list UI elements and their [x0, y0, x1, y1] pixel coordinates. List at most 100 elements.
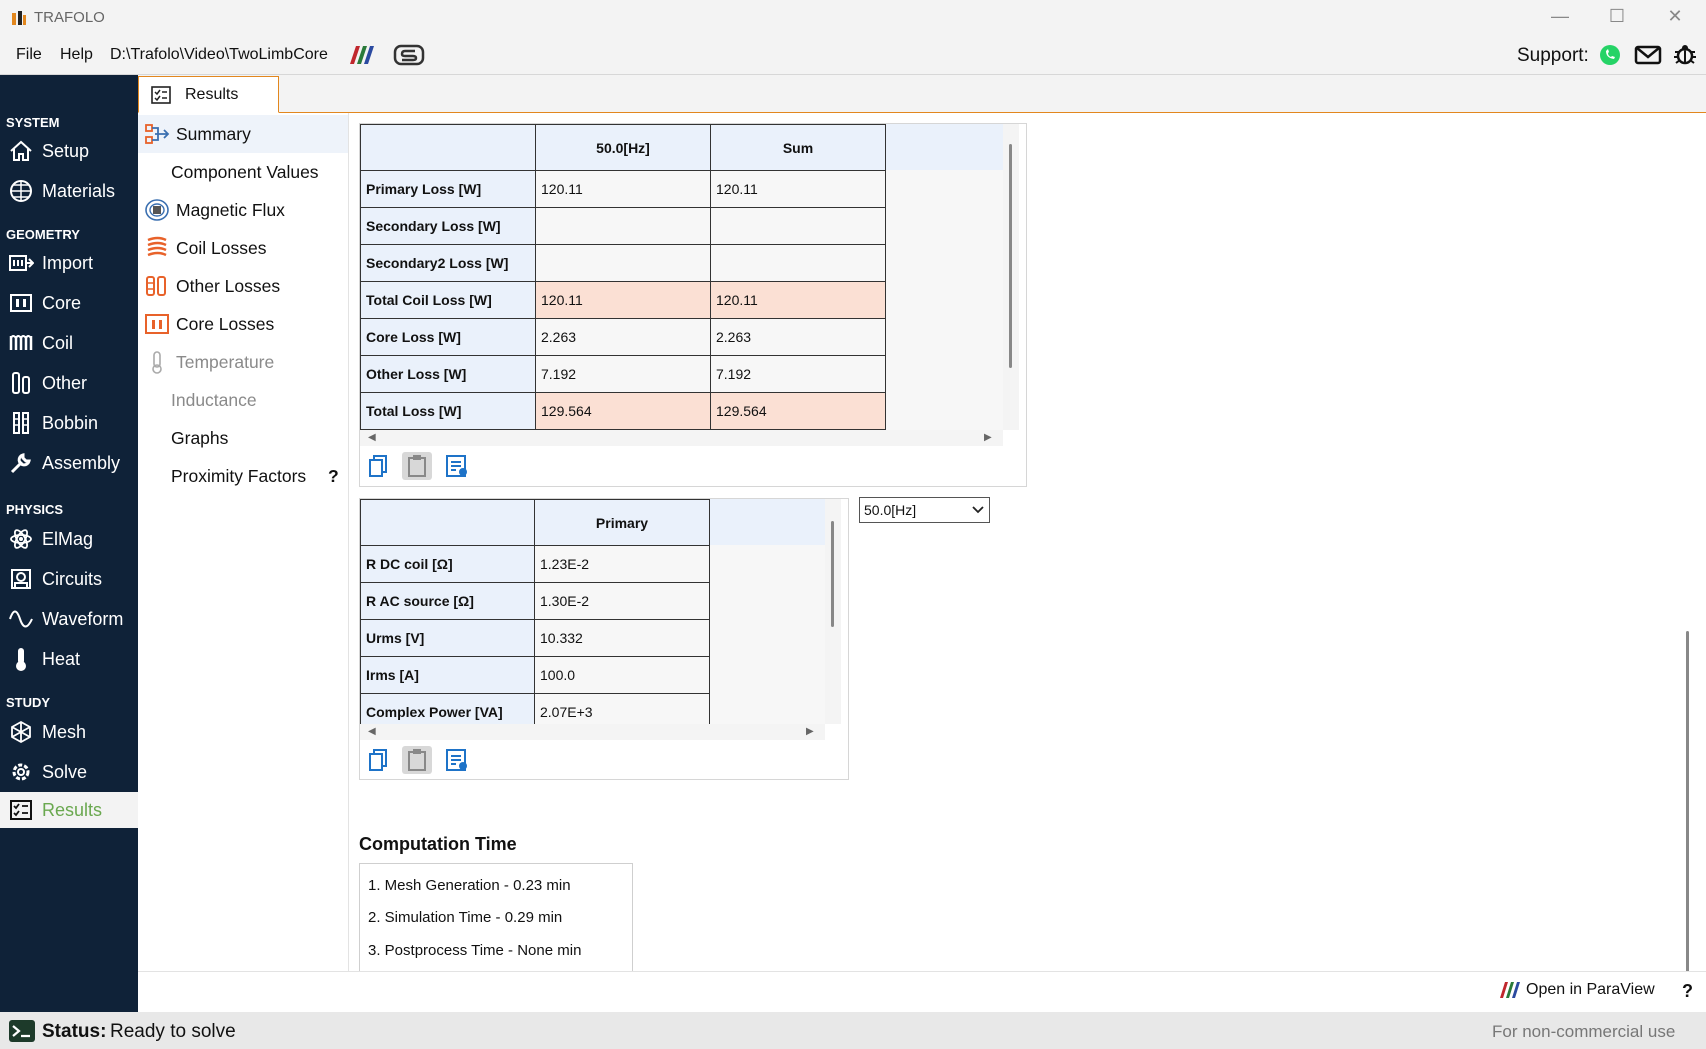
scrollbar-thumb[interactable] — [1686, 631, 1689, 1021]
copy-button[interactable] — [364, 746, 394, 774]
table-cell[interactable] — [535, 207, 711, 245]
close-button[interactable]: ✕ — [1655, 6, 1695, 27]
subnav-summary[interactable]: Summary — [138, 115, 348, 153]
computation-time-title: Computation Time — [359, 834, 517, 854]
table-cell[interactable] — [710, 244, 886, 282]
menu-file[interactable]: File — [16, 46, 42, 64]
table-cell[interactable]: 120.11 — [710, 281, 886, 319]
coil-losses-icon — [144, 236, 170, 260]
scroll-right-icon[interactable]: ▶ — [806, 726, 814, 737]
copy-icon — [369, 749, 387, 771]
table-cell[interactable]: 120.11 — [535, 281, 711, 319]
subnav-coil-losses[interactable]: Coil Losses — [138, 229, 348, 267]
whatsapp-icon[interactable] — [1598, 43, 1622, 67]
sidebar-item-bobbin[interactable]: Bobbin — [0, 405, 138, 441]
vertical-scrollbar[interactable] — [1003, 124, 1019, 430]
horizontal-scrollbar[interactable]: ◀ ▶ — [360, 430, 1003, 446]
sidebar-item-core[interactable]: Core — [0, 285, 138, 321]
table-row: Irms [A] 100.0 — [360, 656, 710, 694]
subnav-magnetic-flux[interactable]: Magnetic Flux — [138, 191, 348, 229]
export-button[interactable] — [442, 746, 472, 774]
sidebar-item-circuits[interactable]: Circuits — [0, 561, 138, 597]
subnav-temperature[interactable]: Temperature — [138, 343, 348, 381]
table-cell[interactable]: 10.332 — [534, 619, 710, 657]
results-subnav: Summary Component Values Magnetic Flux C… — [138, 113, 349, 971]
open-paraview-button[interactable]: Open in ParaView — [1498, 981, 1655, 999]
subnav-component-values[interactable]: Component Values — [138, 153, 348, 191]
sidebar-item-label: Solve — [42, 761, 88, 782]
atom-icon — [8, 527, 34, 551]
sidebar-item-solve[interactable]: Solve — [0, 754, 138, 790]
sine-wave-icon — [8, 607, 34, 631]
paraview-logo-icon[interactable] — [346, 44, 378, 66]
help-icon[interactable]: ? — [328, 466, 339, 487]
scrollbar-thumb[interactable] — [831, 521, 834, 627]
loss-table: 50.0[Hz] Sum Primary Loss [W] 120.11 120… — [360, 124, 886, 430]
sidebar-item-materials[interactable]: Materials — [0, 173, 138, 209]
table-cell[interactable]: 2.263 — [710, 318, 886, 356]
minimize-button[interactable]: — — [1540, 6, 1580, 27]
sidebar-item-waveform[interactable]: Waveform — [0, 601, 138, 637]
sidebar-item-coil[interactable]: Coil — [0, 325, 138, 361]
subnav-graphs[interactable]: Graphs — [138, 419, 348, 457]
table-cell[interactable]: 1.23E-2 — [534, 545, 710, 583]
column-header[interactable]: Sum — [710, 124, 886, 171]
scroll-right-icon[interactable]: ▶ — [984, 432, 992, 443]
menu-help[interactable]: Help — [60, 46, 93, 64]
column-header[interactable]: 50.0[Hz] — [535, 124, 711, 171]
scrollbar-thumb[interactable] — [1009, 144, 1012, 368]
table-cell[interactable] — [710, 207, 886, 245]
sidebar-item-mesh[interactable]: Mesh — [0, 714, 138, 750]
sidebar-item-label: Waveform — [42, 608, 124, 629]
table-cell[interactable]: 7.192 — [710, 355, 886, 393]
table-cell[interactable]: 7.192 — [535, 355, 711, 393]
table-cell[interactable]: 2.07E+3 — [534, 693, 710, 724]
scroll-left-icon[interactable]: ◀ — [368, 432, 376, 443]
export-list-icon — [446, 455, 467, 477]
sidebar-item-heat[interactable]: Heat — [0, 641, 138, 677]
sidebar-item-elmag[interactable]: ElMag — [0, 521, 138, 557]
s-logo-icon[interactable] — [393, 43, 425, 67]
table-cell[interactable]: 1.30E-2 — [534, 582, 710, 620]
table-cell[interactable]: 100.0 — [534, 656, 710, 694]
vertical-scrollbar[interactable] — [825, 499, 841, 724]
bobbin-icon — [8, 411, 34, 435]
help-icon[interactable]: ? — [1682, 981, 1693, 1002]
subnav-proximity-factors[interactable]: Proximity Factors ? — [138, 457, 348, 495]
table-cell[interactable]: 120.11 — [535, 170, 711, 208]
table-cell[interactable]: 129.564 — [535, 392, 711, 430]
sidebar-item-results[interactable]: Results — [0, 792, 138, 828]
sidebar-item-assembly[interactable]: Assembly — [0, 445, 138, 481]
table-cell[interactable]: 129.564 — [710, 392, 886, 430]
sidebar-item-label: Import — [42, 252, 94, 273]
bug-icon[interactable] — [1672, 42, 1698, 68]
table-cell[interactable]: 2.263 — [535, 318, 711, 356]
column-header[interactable]: Primary — [534, 499, 710, 546]
app-logo-icon — [12, 11, 26, 25]
scroll-left-icon[interactable]: ◀ — [368, 726, 376, 737]
subnav-inductance[interactable]: Inductance — [138, 381, 348, 419]
paste-button[interactable] — [402, 746, 432, 774]
table-cell[interactable]: 120.11 — [710, 170, 886, 208]
menu-bar: File Help D:\Trafolo\Video\TwoLimbCore S… — [0, 36, 1706, 75]
sidebar-item-setup[interactable]: Setup — [0, 133, 138, 169]
table-cell[interactable] — [535, 244, 711, 282]
subnav-core-losses[interactable]: Core Losses — [138, 305, 348, 343]
horizontal-scrollbar[interactable]: ◀ ▶ — [360, 724, 825, 740]
sidebar-item-import[interactable]: Import — [0, 245, 138, 281]
row-header: Secondary2 Loss [W] — [360, 244, 536, 282]
content-vertical-scrollbar[interactable] — [1680, 499, 1696, 1039]
mail-icon[interactable] — [1634, 44, 1662, 66]
maximize-button[interactable]: ☐ — [1597, 6, 1637, 27]
paste-button[interactable] — [402, 452, 432, 480]
row-header: R DC coil [Ω] — [360, 545, 535, 583]
export-button[interactable] — [442, 452, 472, 480]
frequency-select-value: 50.0[Hz] — [864, 502, 917, 518]
copy-button[interactable] — [364, 452, 394, 480]
subnav-other-losses[interactable]: Other Losses — [138, 267, 348, 305]
tab-results[interactable]: Results — [138, 76, 279, 113]
subnav-label: Inductance — [171, 389, 257, 410]
sidebar-item-other[interactable]: Other — [0, 365, 138, 401]
frequency-select[interactable]: 50.0[Hz] — [859, 497, 990, 523]
section-physics: PHYSICS — [6, 502, 64, 517]
